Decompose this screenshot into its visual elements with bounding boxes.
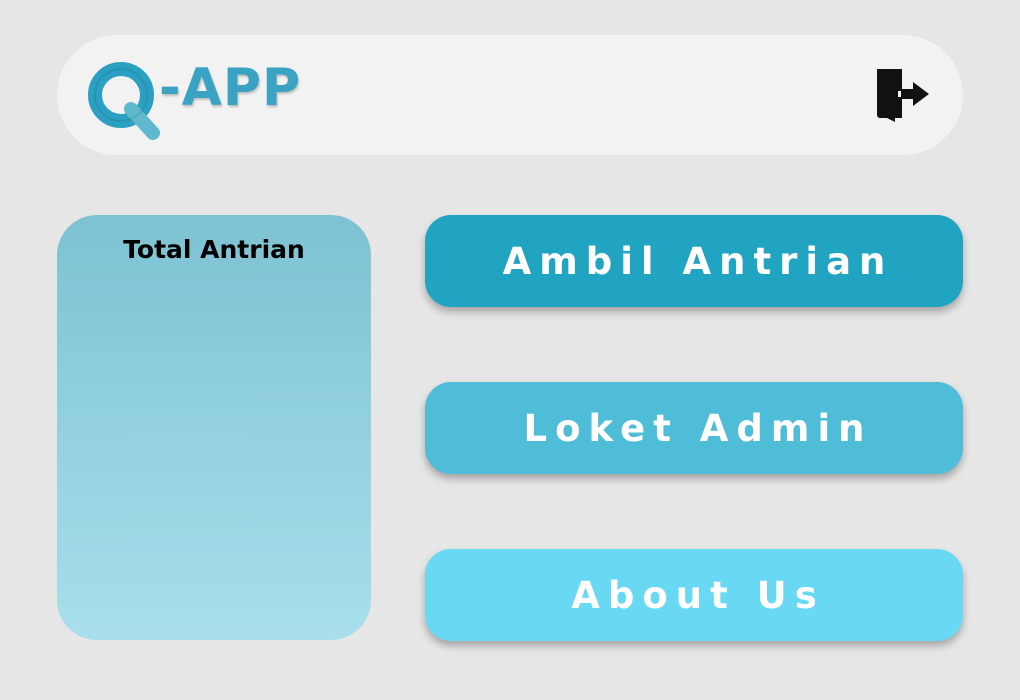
logout-button[interactable]	[875, 67, 931, 123]
ambil-antrian-label: Ambil Antrian	[502, 239, 894, 283]
app-logo: -APP	[87, 57, 337, 141]
total-antrian-card: Total Antrian	[57, 215, 371, 640]
loket-admin-button[interactable]: Loket Admin	[425, 382, 963, 474]
ambil-antrian-button[interactable]: Ambil Antrian	[425, 215, 963, 307]
about-us-label: About Us	[571, 573, 825, 617]
logo-q-icon	[88, 62, 160, 140]
about-us-button[interactable]: About Us	[425, 549, 963, 641]
logo-text: -APP	[159, 58, 302, 118]
logout-door-icon	[877, 69, 929, 122]
loket-admin-label: Loket Admin	[523, 406, 873, 450]
app-header: -APP	[57, 35, 963, 155]
card-title: Total Antrian	[123, 235, 305, 264]
